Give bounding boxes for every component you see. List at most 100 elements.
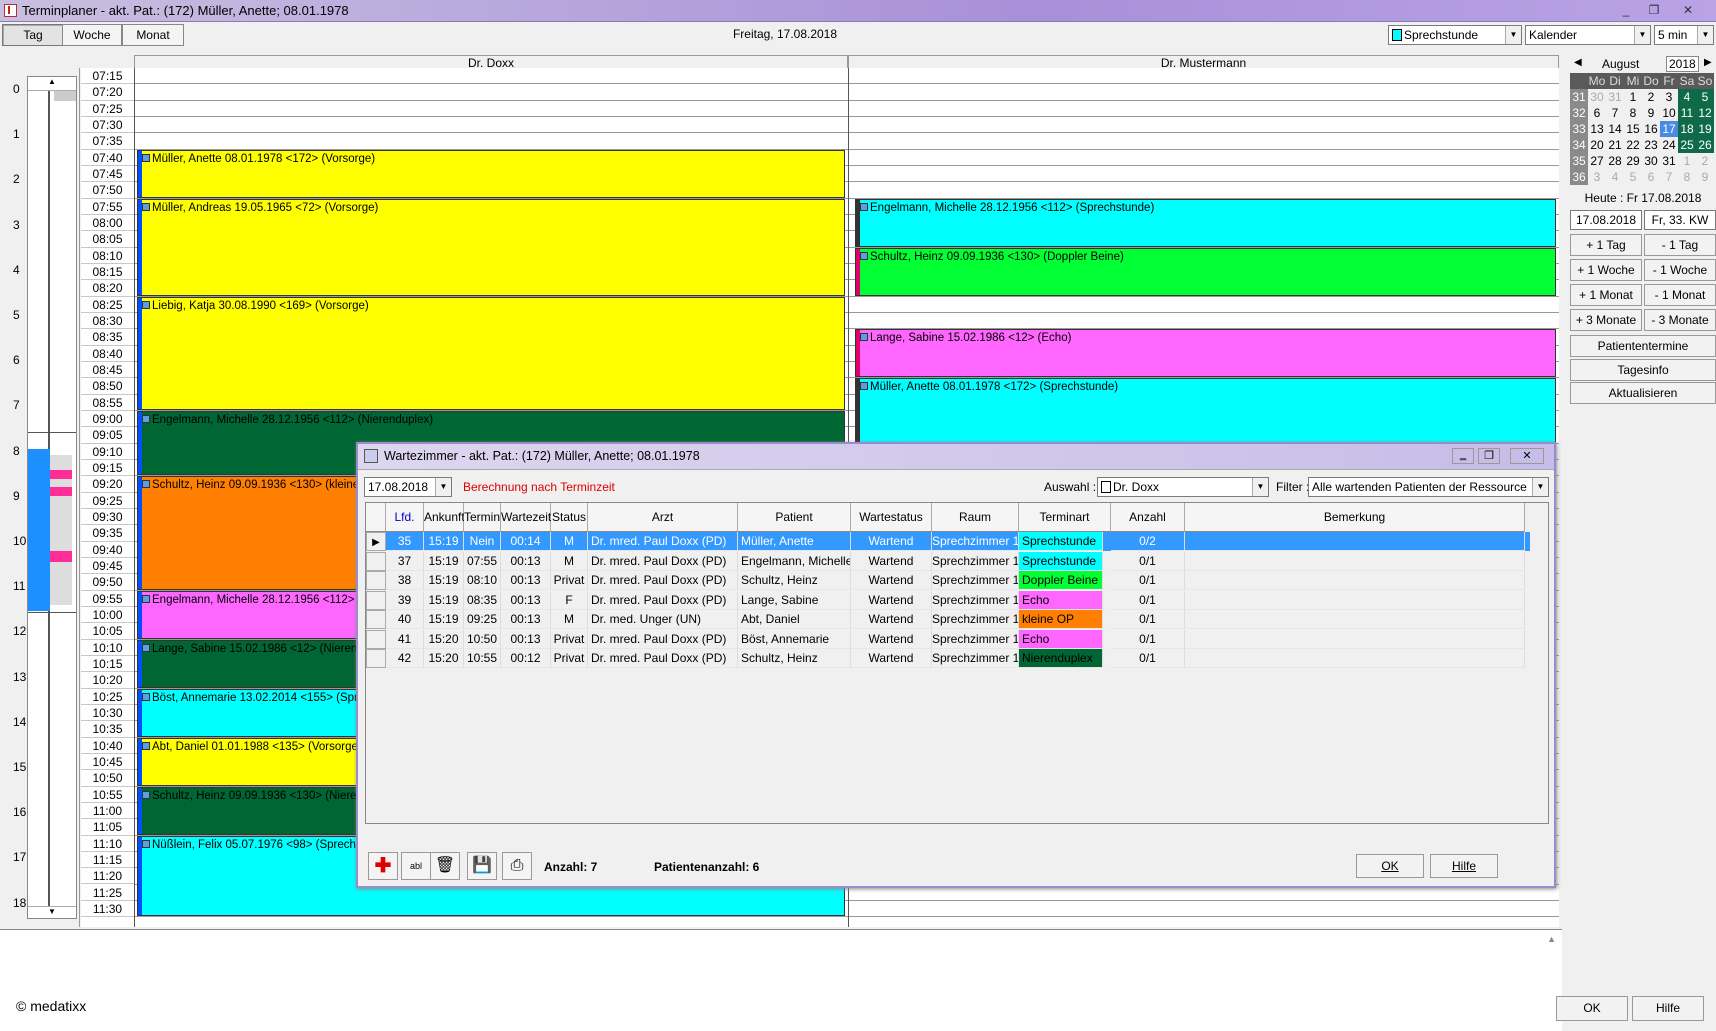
table-cell[interactable]: Engelmann, Michelle bbox=[738, 551, 851, 571]
column-header[interactable]: Ankunft bbox=[424, 503, 465, 532]
calendar-day[interactable]: 31 bbox=[1660, 153, 1678, 169]
table-cell[interactable]: Privat bbox=[551, 571, 588, 590]
calendar-day[interactable]: 7 bbox=[1606, 105, 1624, 121]
table-cell[interactable]: Sprechzimmer 1 bbox=[932, 571, 1019, 590]
table-cell[interactable]: 0/1 bbox=[1111, 610, 1185, 629]
calendar-day[interactable]: 20 bbox=[1588, 137, 1606, 153]
today-label[interactable]: Heute : Fr 17.08.2018 bbox=[1570, 188, 1716, 208]
calendar-day[interactable]: 27 bbox=[1588, 153, 1606, 169]
hour-overview-strip[interactable]: 0 1 2 3 4 5 6 7 8 9 10 11 12 13 14 15 16 17 18 ▲ ▼ bbox=[0, 68, 80, 927]
save-icon[interactable]: 💾 bbox=[467, 852, 497, 880]
day-info-button[interactable]: Tagesinfo bbox=[1570, 359, 1716, 381]
table-cell[interactable]: Wartend bbox=[851, 532, 932, 551]
ok-button[interactable]: OK bbox=[1556, 996, 1628, 1021]
table-cell[interactable]: 37 bbox=[386, 551, 424, 571]
table-cell[interactable]: 0/1 bbox=[1111, 551, 1185, 571]
table-cell[interactable]: 0/1 bbox=[1111, 629, 1185, 649]
calendar-year[interactable]: 2018 bbox=[1666, 56, 1699, 72]
calendar-day[interactable]: 10 bbox=[1660, 105, 1678, 121]
calendar-grid[interactable]: Mo Di Mi Do Fr Sa So 31 30 31 1 2 3 4 5 32 6 7 8 9 10 11 12 33 1… bbox=[1570, 73, 1714, 185]
prev-month-icon[interactable]: ◀ bbox=[1574, 57, 1582, 68]
view-day-button[interactable]: Tag bbox=[2, 24, 64, 46]
table-cell[interactable]: Echo bbox=[1019, 590, 1103, 610]
table-cell[interactable]: 00:13 bbox=[501, 629, 551, 649]
calendar-day[interactable]: 1 bbox=[1624, 89, 1642, 105]
table-cell[interactable]: Dr. mred. Paul Doxx (PD) bbox=[588, 551, 738, 571]
table-cell[interactable]: Privat bbox=[551, 649, 588, 668]
calendar-day[interactable]: 9 bbox=[1696, 169, 1714, 185]
column-header[interactable]: Lfd. Nr. bbox=[386, 503, 424, 553]
table-cell[interactable] bbox=[1185, 551, 1525, 571]
table-cell[interactable]: Abt, Daniel bbox=[738, 610, 851, 629]
calendar-day[interactable]: 11 bbox=[1678, 105, 1696, 121]
table-cell[interactable]: 39 bbox=[386, 590, 424, 610]
refresh-button[interactable]: Aktualisieren bbox=[1570, 382, 1716, 404]
calendar-day[interactable]: 3 bbox=[1588, 169, 1606, 185]
calendar-day[interactable]: 13 bbox=[1588, 121, 1606, 137]
table-cell[interactable] bbox=[1185, 610, 1525, 629]
table-cell[interactable]: Wartend bbox=[851, 551, 932, 571]
appointment-block[interactable]: Schultz, Heinz 09.09.1936 <130> (Doppler… bbox=[855, 247, 1556, 296]
table-cell[interactable]: 08:10 bbox=[464, 571, 501, 590]
plus-month-button[interactable]: + 1 Monat bbox=[1570, 284, 1642, 306]
table-cell[interactable]: Böst, Annemarie bbox=[738, 629, 851, 649]
appointment-block[interactable]: Engelmann, Michelle 28.12.1956 <112> (Sp… bbox=[855, 198, 1556, 247]
table-cell[interactable]: Dr. mred. Paul Doxx (PD) bbox=[588, 629, 738, 649]
calendar-day[interactable]: 6 bbox=[1642, 169, 1660, 185]
edit-text-icon[interactable]: abl bbox=[401, 852, 431, 880]
table-cell[interactable]: Nierenduplex bbox=[1019, 649, 1103, 668]
table-cell[interactable]: 08:35 bbox=[464, 590, 501, 610]
scroll-down-icon[interactable]: ▼ bbox=[28, 906, 76, 920]
table-cell[interactable]: 0/2 bbox=[1111, 532, 1185, 551]
table-cell[interactable] bbox=[1185, 532, 1525, 551]
plus-week-button[interactable]: + 1 Woche bbox=[1570, 259, 1642, 281]
visible-range-indicator[interactable] bbox=[28, 449, 50, 611]
table-cell[interactable]: 10:50 bbox=[464, 629, 501, 649]
calendar-day[interactable]: 28 bbox=[1606, 153, 1624, 169]
row-selector[interactable] bbox=[366, 551, 386, 571]
minus-month-button[interactable]: - 1 Monat bbox=[1644, 284, 1716, 306]
table-cell[interactable]: 00:14 bbox=[501, 532, 551, 551]
row-selector[interactable] bbox=[366, 590, 386, 610]
dialog-help-button[interactable]: Hilfe bbox=[1430, 854, 1498, 878]
dialog-minimize-button[interactable]: ‗ bbox=[1452, 448, 1474, 464]
row-selector[interactable] bbox=[366, 629, 386, 649]
table-cell[interactable]: 09:25 bbox=[464, 610, 501, 629]
table-cell[interactable]: 41 bbox=[386, 629, 424, 649]
patient-appointments-button[interactable]: Patiententermine bbox=[1570, 335, 1716, 357]
table-cell[interactable]: Wartend bbox=[851, 610, 932, 629]
calendar-day[interactable]: 30 bbox=[1642, 153, 1660, 169]
table-cell[interactable]: Dr. mred. Paul Doxx (PD) bbox=[588, 532, 738, 551]
calendar-day[interactable]: 5 bbox=[1624, 169, 1642, 185]
calendar-day[interactable]: 1 bbox=[1678, 153, 1696, 169]
table-cell[interactable]: Wartend bbox=[851, 590, 932, 610]
table-cell[interactable]: Sprechstunde bbox=[1019, 532, 1103, 551]
row-selector[interactable] bbox=[366, 649, 386, 668]
print-icon[interactable]: ⎙ bbox=[502, 852, 532, 880]
table-cell[interactable]: Sprechstunde bbox=[1019, 551, 1103, 571]
scroll-up-icon[interactable]: ▲ bbox=[28, 77, 76, 91]
calendar-day[interactable]: 8 bbox=[1624, 105, 1642, 121]
calendar-day[interactable]: 3 bbox=[1660, 89, 1678, 105]
calendar-day[interactable]: 31 bbox=[1606, 89, 1624, 105]
table-cell[interactable]: Dr. mred. Paul Doxx (PD) bbox=[588, 590, 738, 610]
close-button[interactable]: ✕ bbox=[1676, 2, 1700, 18]
table-cell[interactable]: 07:55 bbox=[464, 551, 501, 571]
calendar-day[interactable]: 23 bbox=[1642, 137, 1660, 153]
calendar-day[interactable]: 30 bbox=[1588, 89, 1606, 105]
table-cell[interactable]: 00:12 bbox=[501, 649, 551, 668]
table-cell[interactable]: 35 bbox=[386, 532, 424, 551]
minus-3-months-button[interactable]: - 3 Monate bbox=[1644, 309, 1716, 331]
calendar-day[interactable]: 7 bbox=[1660, 169, 1678, 185]
table-cell[interactable]: Sprechzimmer 1 bbox=[932, 532, 1019, 551]
next-month-icon[interactable]: ▶ bbox=[1704, 57, 1712, 68]
table-cell[interactable]: Dr. mred. Paul Doxx (PD) bbox=[588, 571, 738, 590]
table-cell[interactable]: 15:19 bbox=[424, 590, 464, 610]
table-cell[interactable]: 0/1 bbox=[1111, 571, 1185, 590]
table-cell[interactable]: 42 bbox=[386, 649, 424, 668]
column-header[interactable]: Wartestatus bbox=[851, 503, 932, 532]
table-cell[interactable]: Sprechzimmer 1 bbox=[932, 590, 1019, 610]
table-cell[interactable]: 15:19 bbox=[424, 571, 464, 590]
table-cell[interactable]: 0/1 bbox=[1111, 649, 1185, 668]
dialog-close-button[interactable]: ✕ bbox=[1510, 448, 1544, 464]
